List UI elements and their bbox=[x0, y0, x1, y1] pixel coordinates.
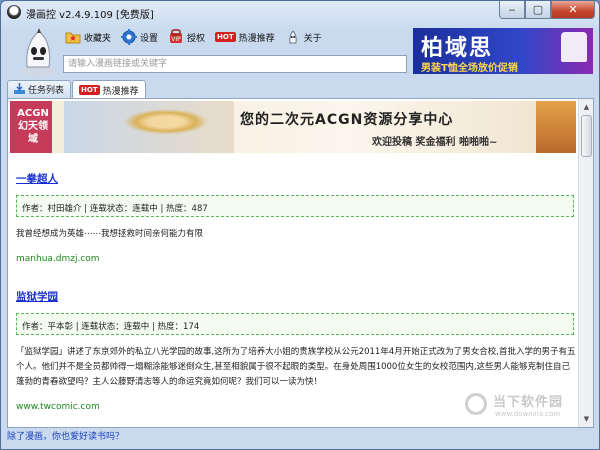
tab-hot-recommend[interactable]: HOT 热漫推荐 bbox=[72, 80, 146, 99]
toolbar-about-label: 关于 bbox=[303, 33, 322, 44]
ad-subtitle: 男装T恤全场放价促销 bbox=[421, 63, 518, 74]
ad-title: 柏域思 bbox=[421, 36, 494, 61]
window-title: 漫画控 v2.4.9.109 [免费版] bbox=[26, 10, 154, 21]
window-controls: ‒ ▢ ✕ bbox=[499, 1, 595, 20]
about-icon bbox=[285, 29, 301, 45]
status-link[interactable]: 除了漫画，你也爱好读书吗？ bbox=[7, 429, 124, 443]
gear-icon bbox=[121, 29, 138, 45]
toolbar-authorize-label: 授权 bbox=[187, 33, 206, 44]
watermark: 当下软件园 www.downxia.com bbox=[465, 391, 565, 425]
banner-subline: 欢迎投稿 奖金福利 啪啪啪~ bbox=[372, 137, 498, 148]
scroll-up-arrow-icon[interactable]: ▲ bbox=[580, 100, 593, 114]
list-item: 一拳超人 作者：村田雄介 | 连载状态：连载中 | 热度：487 我曾经想成为英… bbox=[16, 171, 576, 264]
app-logo-icon bbox=[7, 5, 21, 19]
scroll-down-arrow-icon[interactable]: ▼ bbox=[580, 412, 593, 426]
toolbar-settings[interactable]: 设置 bbox=[121, 28, 158, 46]
acgn-banner[interactable]: ACGN 幻天领域 您的二次元ACGN资源分享中心 欢迎投稿 奖金福利 啪啪啪~ bbox=[10, 101, 576, 153]
tab-bar: 任务列表 HOT 热漫推荐 bbox=[7, 80, 147, 99]
toolbar-hot-label: 热漫推荐 bbox=[238, 33, 275, 44]
banner-logo: ACGN 幻天领域 bbox=[17, 108, 49, 145]
entry-title-link[interactable]: 监狱学园 bbox=[16, 289, 576, 304]
title-bar[interactable]: 漫画控 v2.4.9.109 [免费版] ‒ ▢ ✕ bbox=[1, 1, 599, 23]
entry-meta: 作者：平本彰 | 连载状态：连载中 | 热度：174 bbox=[16, 313, 574, 335]
watermark-url: www.downxia.com bbox=[495, 410, 561, 418]
hot-badge-icon: HOT bbox=[215, 32, 236, 42]
toolbar: 收藏夹 设置 VIP 授权 HOT 热漫推荐 关于 bbox=[65, 27, 332, 47]
tab-hot-recommend-label: 热漫推荐 bbox=[102, 86, 139, 97]
anime-character-image bbox=[64, 101, 234, 153]
banner-decoration bbox=[536, 101, 576, 153]
vertical-scrollbar[interactable]: ▲ ▼ bbox=[578, 99, 593, 427]
tab-task-list[interactable]: 任务列表 bbox=[7, 80, 72, 98]
hot-badge-icon: HOT bbox=[79, 85, 100, 95]
ghost-mascot-logo bbox=[19, 28, 57, 76]
svg-text:VIP: VIP bbox=[171, 36, 181, 43]
entry-title-link[interactable]: 一拳超人 bbox=[16, 171, 576, 186]
toolbar-favorites[interactable]: 收藏夹 bbox=[65, 28, 111, 46]
scrollbar-thumb[interactable] bbox=[581, 115, 592, 157]
search-input[interactable] bbox=[63, 55, 407, 73]
close-button[interactable]: ✕ bbox=[551, 1, 595, 19]
app-window: 漫画控 v2.4.9.109 [免费版] ‒ ▢ ✕ 收藏夹 设置 VIP 授权… bbox=[0, 0, 600, 450]
recommend-panel: ACGN 幻天领域 您的二次元ACGN资源分享中心 欢迎投稿 奖金福利 啪啪啪~… bbox=[7, 98, 594, 428]
banner-headline: 您的二次元ACGN资源分享中心 bbox=[240, 112, 454, 128]
authorize-icon: VIP bbox=[168, 29, 184, 45]
entry-meta: 作者：村田雄介 | 连载状态：连载中 | 热度：487 bbox=[16, 195, 574, 217]
entry-description: 「监狱学园」讲述了东京郊外的私立八光学园的故事,这所为了培养大小姐的贵族学校从公… bbox=[16, 347, 576, 387]
toolbar-settings-label: 设置 bbox=[140, 33, 159, 44]
toolbar-about[interactable]: 关于 bbox=[285, 28, 322, 46]
entry-description: 我曾经想成为英雄⋯⋯我想拯救时间亲何能力有限 bbox=[16, 229, 204, 239]
minimize-button[interactable]: ‒ bbox=[499, 1, 525, 19]
toolbar-authorize[interactable]: VIP 授权 bbox=[168, 28, 205, 46]
tshirt-icon bbox=[561, 32, 587, 62]
entry-source-link[interactable]: manhua.dmzj.com bbox=[16, 254, 576, 264]
toolbar-hot-recommend[interactable]: HOT 热漫推荐 bbox=[215, 28, 275, 46]
favorites-folder-icon bbox=[65, 29, 81, 45]
download-icon bbox=[14, 82, 25, 97]
tab-task-list-label: 任务列表 bbox=[28, 86, 65, 96]
watermark-text: 当下软件园 bbox=[493, 395, 564, 410]
maximize-button[interactable]: ▢ bbox=[525, 1, 551, 19]
ad-banner[interactable]: 柏域思 男装T恤全场放价促销 bbox=[413, 28, 593, 74]
toolbar-favorites-label: 收藏夹 bbox=[84, 33, 112, 44]
watermark-logo-icon bbox=[465, 393, 487, 415]
